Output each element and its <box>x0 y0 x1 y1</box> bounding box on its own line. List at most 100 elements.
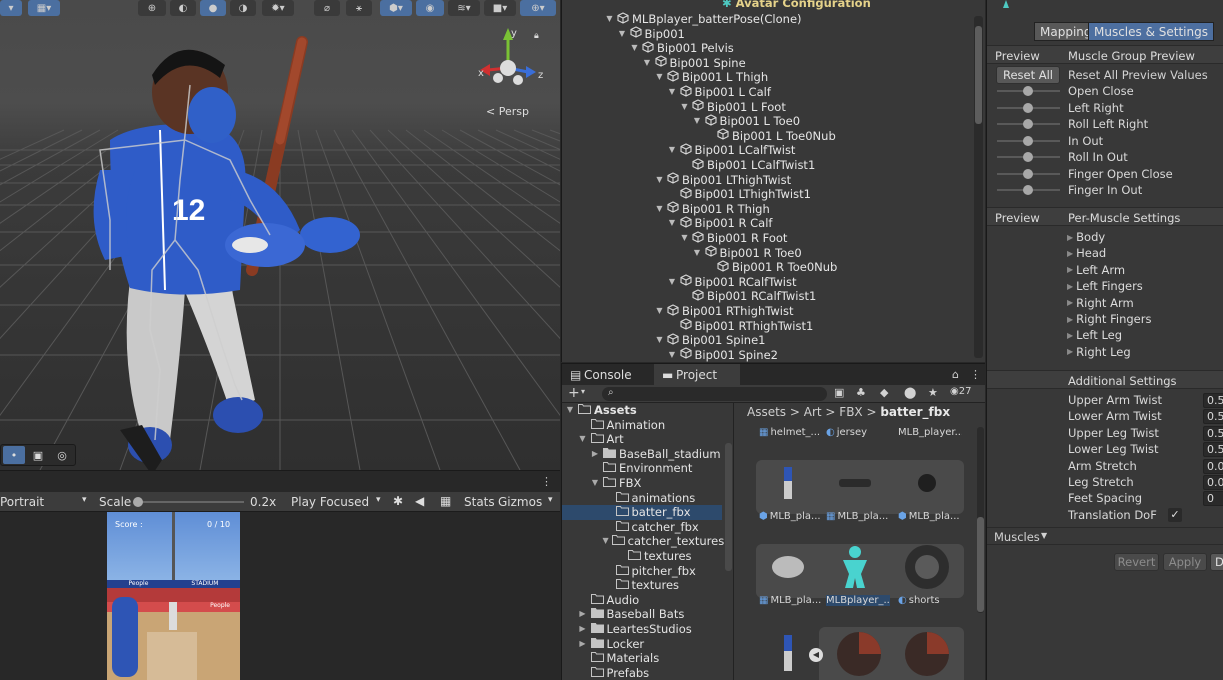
expand-arrow-icon[interactable]: ▶ <box>1067 347 1073 356</box>
folder-tree-item[interactable]: ▶animations <box>562 491 722 506</box>
folder-tree-item[interactable]: ▼ catcher_textures <box>562 534 725 549</box>
setting-value-field[interactable]: 0.05 <box>1203 475 1223 490</box>
expand-arrow-icon[interactable]: ▶ <box>1067 249 1073 258</box>
muscle-slider-knob[interactable] <box>1023 119 1033 129</box>
file-thumbnail[interactable] <box>828 544 882 590</box>
expand-arrow-icon[interactable]: ▼ <box>693 114 702 129</box>
hierarchy-item[interactable]: ▼Bip001 RCalfTwist1 <box>680 289 816 304</box>
muscle-slider-knob[interactable] <box>1023 86 1033 96</box>
tab-console[interactable]: ▤ Console <box>562 364 654 386</box>
muscle-slider-knob[interactable] <box>1023 135 1033 146</box>
expand-arrow-icon[interactable]: ▼ <box>693 246 702 261</box>
add-asset-button[interactable]: + <box>568 385 580 401</box>
layers-button[interactable]: ⬢▾ <box>380 0 412 16</box>
project-search-input[interactable]: ⌕ <box>602 387 827 401</box>
orientation-button[interactable]: ⊕ <box>138 0 166 16</box>
camera-button[interactable]: ■▾ <box>484 0 516 16</box>
batter-character[interactable]: 12 <box>80 30 380 470</box>
hierarchy-item[interactable]: ▼ Bip001 R Calf <box>668 216 772 231</box>
stats-button[interactable]: Stats <box>464 495 495 509</box>
file-thumbnail[interactable] <box>761 460 815 506</box>
per-muscle-group[interactable]: ▶ Right Fingers <box>1067 312 1151 326</box>
hidden-count-indicator[interactable]: ◉27 <box>950 386 971 397</box>
file-thumbnail[interactable] <box>902 628 952 680</box>
hierarchy-scroll-thumb[interactable] <box>975 26 982 124</box>
expand-arrow-icon[interactable]: ▶ <box>1067 331 1073 340</box>
hierarchy-scrollbar[interactable] <box>974 16 983 358</box>
add-chevron-icon[interactable]: ▾ <box>581 387 585 396</box>
file-thumbnail[interactable] <box>900 460 954 506</box>
files-scroll-thumb[interactable] <box>977 517 984 612</box>
expand-arrow-icon[interactable]: ▼ <box>668 216 677 231</box>
expand-arrow-icon[interactable]: ▶ <box>1067 265 1073 274</box>
folder-expand-icon[interactable]: ▼ <box>578 432 588 447</box>
hierarchy-item[interactable]: ▼ Bip001 Spine <box>643 55 746 71</box>
hierarchy-item[interactable]: ▼ Bip001 LCalfTwist <box>668 143 795 158</box>
filter-type-icon[interactable]: ♣ <box>856 386 866 399</box>
hierarchy-item[interactable]: ▼ Bip001 Pelvis <box>630 41 734 56</box>
folder-tree-item[interactable]: ▶Environment <box>562 461 722 476</box>
per-muscle-group[interactable]: ▶ Body <box>1067 230 1105 244</box>
folder-tree-item[interactable]: ▶Prefabs <box>562 666 722 680</box>
lock-icon[interactable]: 🔒︎ <box>534 31 539 41</box>
move-tool-icon[interactable]: • <box>3 446 25 464</box>
folder-tree-item[interactable]: ▶pitcher_fbx <box>562 564 722 579</box>
breadcrumb-item[interactable]: Assets <box>747 405 786 419</box>
expand-arrow-icon[interactable]: ▼ <box>668 348 677 362</box>
muscles-dropdown[interactable]: Muscles <box>994 530 1040 544</box>
effects-button[interactable]: ◑ <box>230 0 256 16</box>
setting-value-field[interactable]: 0.5 <box>1203 442 1223 458</box>
per-muscle-group[interactable]: ▶ Right Arm <box>1067 296 1134 310</box>
folder-tree-item[interactable]: ▶ BaseBall_stadium <box>562 447 722 462</box>
setting-value-field[interactable]: 0.05 <box>1203 458 1223 474</box>
muscle-slider-knob[interactable] <box>1023 102 1033 113</box>
expand-arrow-icon[interactable]: ▼ <box>655 333 664 348</box>
folder-tree-item[interactable]: ▶batter_fbx <box>562 505 722 520</box>
folder-tree-item[interactable]: ▶ Locker <box>562 637 722 652</box>
create-icon[interactable]: ▣ <box>834 386 844 399</box>
folder-expand-icon[interactable]: ▶ <box>590 447 600 462</box>
per-muscle-group[interactable]: ▶ Left Leg <box>1067 328 1122 342</box>
tab-project[interactable]: ▬ Project <box>654 364 740 386</box>
muscle-slider-knob[interactable] <box>1023 152 1033 162</box>
setting-value-field[interactable]: 0.5 <box>1203 425 1223 441</box>
file-thumbnail[interactable] <box>760 628 814 680</box>
compass-tool-icon[interactable]: ◎ <box>51 446 73 464</box>
scene-view[interactable]: ▾ ▦▾ ⊕ ◐ ● ◑ ✹▾ ⌀ ⚹ ⬢▾ ◉ ≋▾ ■▾ ⊕▾ 12 < P… <box>0 0 560 470</box>
expand-asset-icon[interactable]: ◀ <box>809 648 823 662</box>
folder-tree-item[interactable]: ▼ FBX <box>562 476 722 491</box>
per-muscle-group[interactable]: ▶ Right Leg <box>1067 345 1131 359</box>
expand-arrow-icon[interactable]: ▼ <box>655 202 664 217</box>
hierarchy-item[interactable]: ▼Bip001 R Toe0Nub <box>705 260 837 275</box>
play-mode-chevron-icon[interactable]: ▾ <box>376 495 381 505</box>
hierarchy-item[interactable]: ▼ Bip001 Spine2 <box>668 347 778 362</box>
gizmos-button[interactable]: Gizmos <box>498 495 542 509</box>
tab-muscles-settings[interactable]: Muscles & Settings <box>1088 22 1214 41</box>
hierarchy-item[interactable]: ▼ Bip001 L Calf <box>668 84 771 100</box>
lock-tab-icon[interactable]: ⌂ <box>952 368 959 381</box>
muscle-slider-knob[interactable] <box>1023 185 1033 195</box>
folder-tree-item[interactable]: ▼ Art <box>562 432 722 447</box>
hierarchy-item[interactable]: ▼ MLBplayer_batterPose(Clone) <box>605 11 802 27</box>
file-item-label[interactable]: ⬢ MLB_pla... <box>898 511 962 522</box>
label-icon[interactable]: ◆ <box>880 386 888 399</box>
muscles-chevron-icon[interactable]: ▼ <box>1041 531 1047 540</box>
file-item-label[interactable]: ◐ jersey <box>826 427 890 438</box>
hierarchy-item[interactable]: ▼ Bip001 R Foot <box>680 230 787 246</box>
expand-arrow-icon[interactable]: ▼ <box>630 41 639 56</box>
expand-arrow-icon[interactable]: ▼ <box>668 85 677 100</box>
game-view-render[interactable]: Score : 0 / 10 People STADIUM People <box>107 512 240 680</box>
folder-expand-icon[interactable]: ▼ <box>590 476 600 491</box>
scene-layers-button[interactable]: ≋▾ <box>448 0 480 16</box>
hierarchy-item[interactable]: ▼ Bip001 <box>618 26 685 42</box>
per-muscle-group[interactable]: ▶ Left Fingers <box>1067 279 1143 293</box>
expand-arrow-icon[interactable]: ▼ <box>680 100 689 115</box>
expand-arrow-icon[interactable]: ▶ <box>1067 298 1073 307</box>
hierarchy-item[interactable]: ▼Bip001 RThighTwist1 <box>668 318 813 334</box>
folder-tree-item[interactable]: ▶Animation <box>562 418 722 433</box>
hierarchy-item[interactable]: ▼ Bip001 RThighTwist <box>655 303 793 319</box>
gizmos-chevron-icon[interactable]: ▾ <box>548 495 553 505</box>
breadcrumb-item[interactable]: Art <box>804 405 822 419</box>
grid-toggle-icon[interactable]: ▦ <box>440 494 451 508</box>
done-button[interactable]: Done <box>1210 553 1223 571</box>
